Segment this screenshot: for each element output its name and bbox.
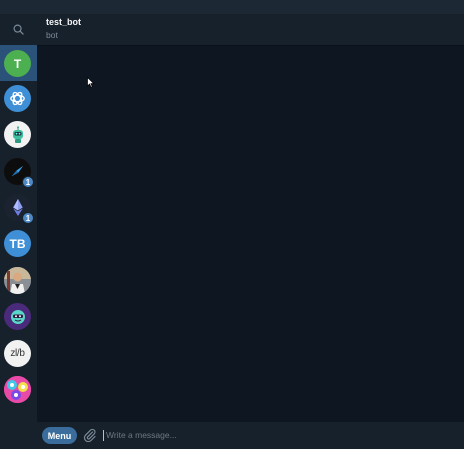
chat-item-colorful[interactable]	[4, 376, 31, 403]
chat-item-test-bot[interactable]: T	[4, 50, 31, 77]
unread-badge: 1	[22, 212, 34, 224]
search-button[interactable]	[0, 14, 37, 45]
avatar-letter: T	[13, 56, 22, 71]
chat-item-person[interactable]	[4, 267, 31, 294]
chat-header[interactable]: test_bot bot	[37, 14, 464, 46]
search-icon	[13, 24, 24, 35]
text-caret	[103, 430, 104, 441]
bot-menu-button[interactable]: Menu	[42, 427, 77, 444]
avatar-letter: TB	[9, 236, 26, 251]
person-photo-icon	[4, 267, 31, 294]
chat-status: bot	[46, 30, 58, 40]
zlib-logo-icon: zl/b	[10, 348, 25, 359]
mascot-avatar-icon	[10, 309, 25, 324]
chat-item-openai[interactable]	[4, 85, 31, 112]
mouse-cursor-icon	[87, 77, 95, 88]
openai-logo-icon	[10, 91, 25, 106]
message-input-placeholder: Write a message...	[106, 430, 177, 440]
message-input[interactable]: Write a message...	[103, 428, 453, 443]
chat-item-ethereum[interactable]: 1	[4, 194, 34, 224]
chat-list-sidebar: T 1 1 TB zl/b	[0, 14, 37, 449]
chat-item-mascot[interactable]	[4, 303, 31, 330]
robot-avatar-icon	[12, 125, 23, 143]
chat-item-robot[interactable]	[4, 121, 31, 148]
window-top-bar	[0, 0, 464, 14]
chat-item-zlib[interactable]: zl/b	[4, 340, 31, 367]
message-composer: Menu Write a message...	[37, 422, 464, 449]
chat-item-swirl[interactable]: 1	[4, 158, 34, 188]
message-area	[37, 46, 464, 422]
chat-title: test_bot	[46, 17, 82, 27]
colorful-pattern-icon	[4, 376, 31, 403]
paperclip-icon[interactable]	[83, 428, 97, 442]
unread-badge: 1	[22, 176, 34, 188]
chat-item-tb[interactable]: TB	[4, 230, 31, 257]
